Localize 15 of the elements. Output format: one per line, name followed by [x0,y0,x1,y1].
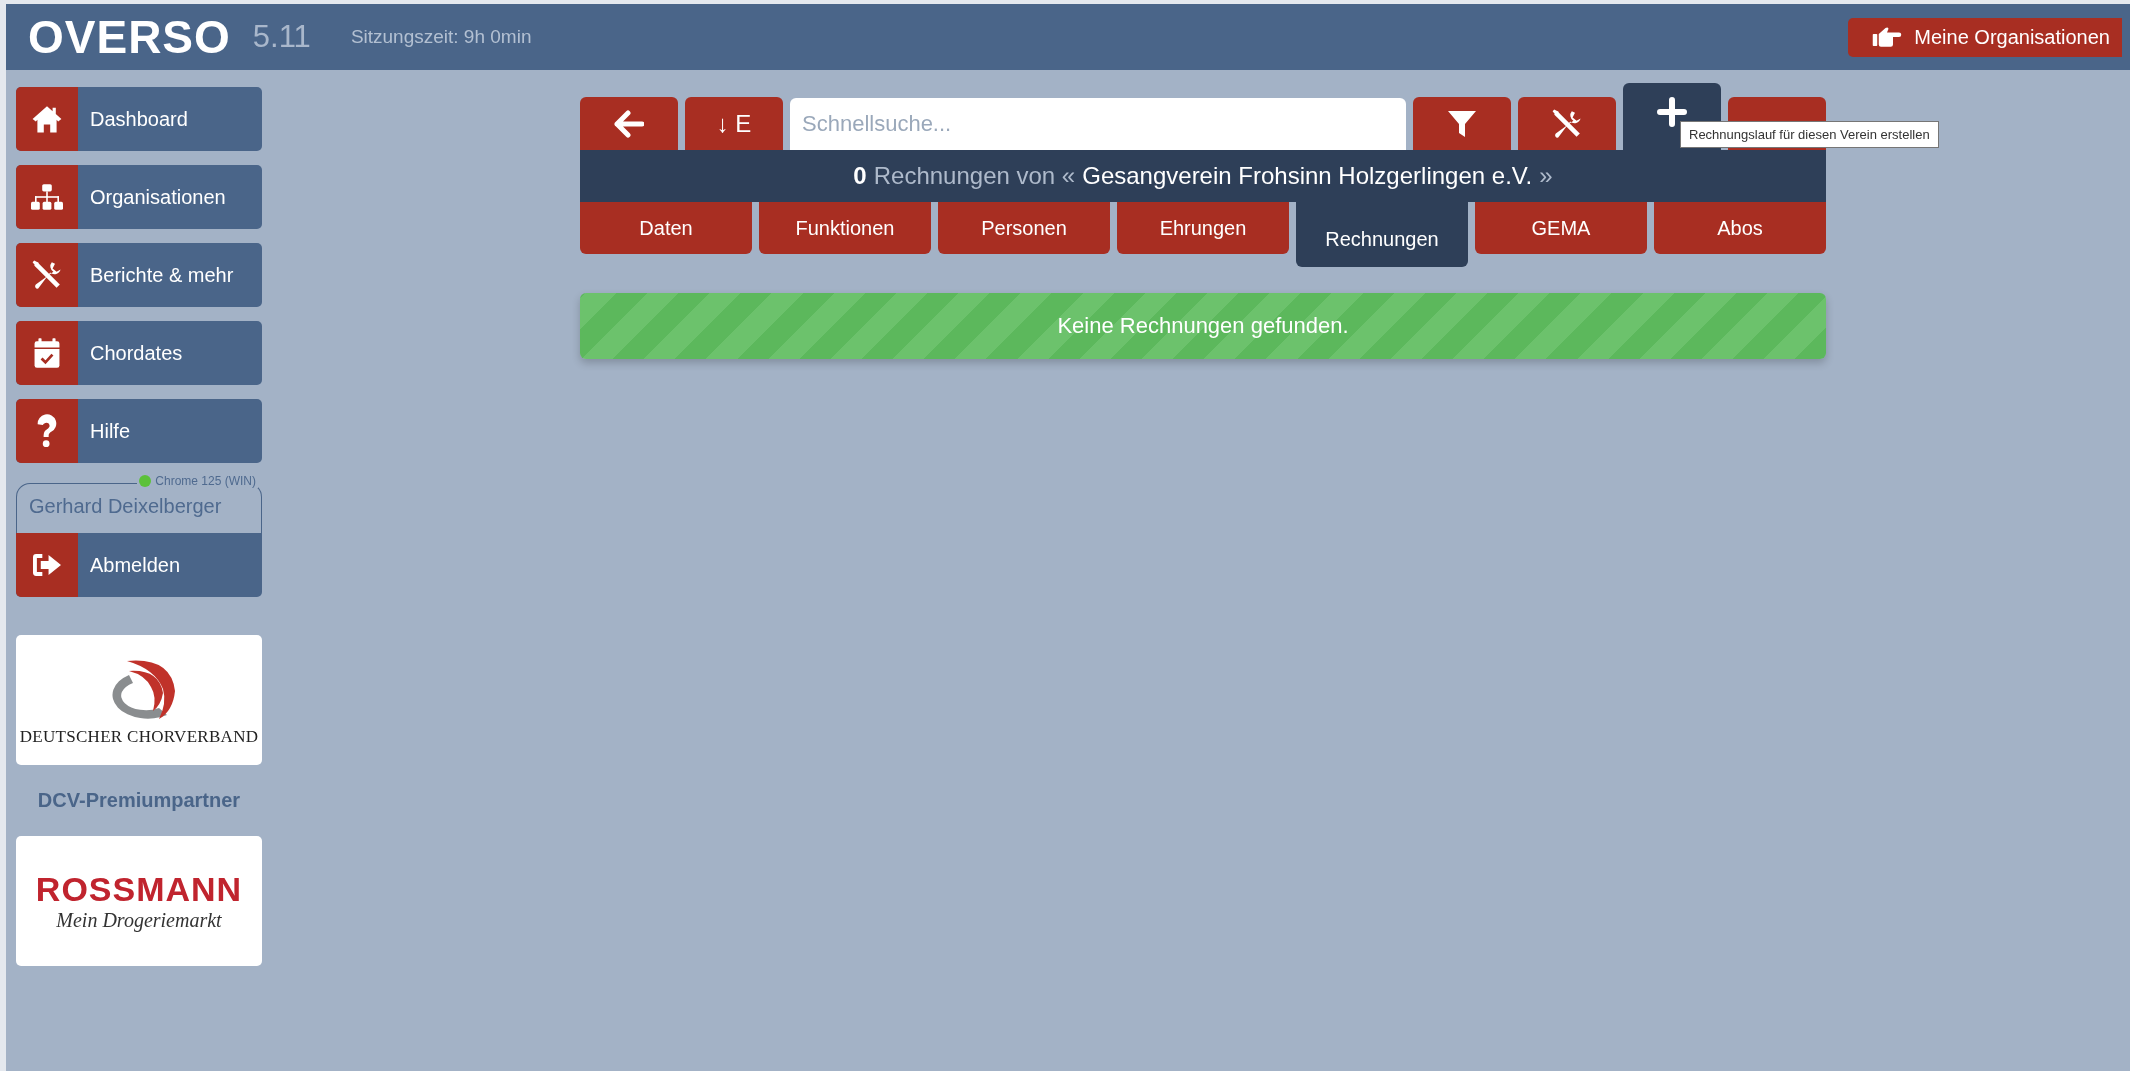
version-label: 5.11 [252,19,311,55]
tooltip: Rechnungslauf für diesen Verein erstellen [1680,121,1939,148]
partner-tagline: Mein Drogeriemarkt [56,909,222,932]
app-logo: OVERSO [28,10,231,64]
alert-message: Keine Rechnungen gefunden. [580,293,1826,359]
partner-name: DEUTSCHER CHORVERBAND [19,727,259,747]
session-time: Sitzungszeit: 9h 0min [350,26,532,48]
title-suffix: » [1539,162,1553,190]
browser-label: Chrome 125 (WIN) [155,474,256,488]
partner-caption: DCV-Premiumpartner [36,789,242,812]
user-name: Gerhard Deixelberger [28,494,223,518]
title-prefix: Rechnungen von « [873,162,1076,190]
partner-name: ROSSMANN [35,870,243,909]
organization-name: Gesangverein Frohsinn Holzgerlingen e.V. [1082,162,1533,190]
result-count: 0 [853,162,867,190]
